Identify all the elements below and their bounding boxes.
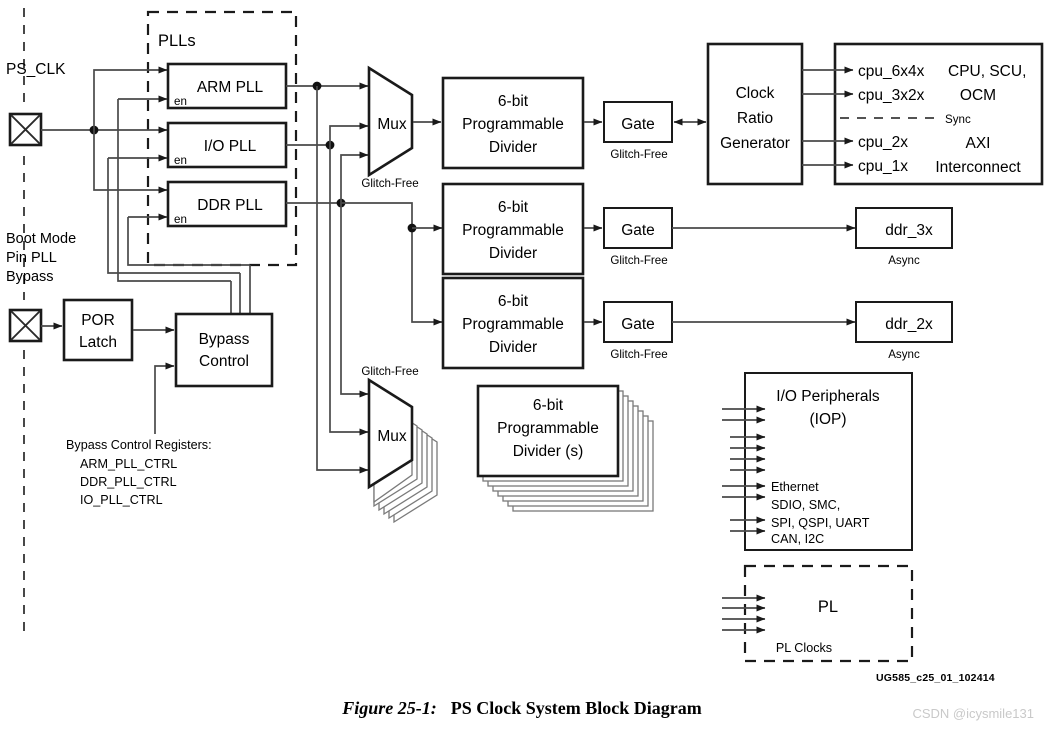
pll-en-arrows (108, 95, 168, 221)
gate-ddr2x-glitch-free: Glitch-Free (610, 348, 667, 361)
boot-mode-line-3: Bypass (6, 269, 54, 285)
figure-number: Figure 25-1: (342, 698, 437, 718)
cpu-domain-top-0: CPU, SCU, (948, 63, 1026, 80)
arm-pll-en-label: en (174, 95, 187, 108)
pll-output-wires (286, 81, 443, 474)
bypass-control-line-1: Bypass (199, 331, 250, 348)
ps-clk-label: PS_CLK (6, 61, 66, 78)
divider-ddr2x-line-1: 6-bit (498, 293, 529, 310)
divider-iop-line-1: 6-bit (533, 397, 564, 414)
boot-mode-line-2: Pin PLL (6, 250, 57, 266)
ddr-pll-label: DDR PLL (197, 197, 263, 214)
divider-ddr2x-line-2: Programmable (462, 316, 564, 333)
figure-title: PS Clock System Block Diagram (450, 698, 702, 718)
doc-code: UG585_c25_01_102414 (876, 672, 995, 684)
figure-canvas: PS_CLK Boot Mode Pin PLL Bypass PLLs ARM… (0, 0, 1044, 732)
cpu-domain-bottom-1: Interconnect (935, 159, 1021, 176)
bypass-control-line-2: Control (199, 353, 249, 370)
mux-cpu-glitch-free: Glitch-Free (361, 177, 418, 190)
iop-peripheral-1: SDIO, SMC, (771, 498, 840, 512)
divider-cpu-line-2: Programmable (462, 116, 564, 133)
pl-input-arrows (722, 594, 766, 634)
divider-ddr3x-line-1: 6-bit (498, 199, 529, 216)
iop-peripheral-3: CAN, I2C (771, 532, 824, 546)
mux-iop-glitch-free: Glitch-Free (361, 365, 418, 378)
gate-ddr3x-label: Gate (621, 222, 655, 239)
iop-peripheral-0: Ethernet (771, 480, 819, 494)
cpu-clock-2: cpu_2x (858, 134, 908, 151)
mux-cpu-label: Mux (377, 116, 407, 133)
watermark: CSDN @icysmile131 (912, 706, 1034, 721)
bypass-register-1: DDR_PLL_CTRL (80, 475, 177, 489)
por-latch-line-2: Latch (79, 334, 117, 351)
sync-label: Sync (945, 113, 971, 126)
iop-peripheral-2: SPI, QSPI, UART (771, 516, 870, 530)
cpu-clock-3: cpu_1x (858, 158, 908, 175)
divider-iop-line-3: Divider (s) (513, 443, 584, 460)
por-latch-block (41, 298, 134, 362)
divider-ddr3x-line-3: Divider (489, 245, 537, 262)
ddr-3x-label: ddr_3x (885, 222, 933, 239)
bypass-register-0: ARM_PLL_CTRL (80, 457, 177, 471)
io-pll-en-label: en (174, 154, 187, 167)
ps-clock-block-diagram: PS_CLK Boot Mode Pin PLL Bypass PLLs ARM… (6, 8, 1044, 663)
arm-pll-label: ARM PLL (197, 79, 264, 96)
ddr-pll-en-label: en (174, 213, 187, 226)
ddr-2x-async: Async (888, 348, 920, 361)
clock-ratio-line-3: Generator (720, 135, 790, 152)
divider-cpu-line-3: Divider (489, 139, 537, 156)
cpu-domain-bottom-0: AXI (966, 135, 991, 152)
cpu-clock-1: cpu_3x2x (858, 87, 925, 104)
mux-iop-stack (367, 377, 438, 524)
clock-ratio-line-2: Ratio (737, 110, 773, 127)
figure-caption: Figure 25-1: PS Clock System Block Diagra… (0, 698, 1044, 719)
plls-group-label: PLLs (158, 32, 196, 50)
io-pll-label: I/O PLL (204, 138, 257, 155)
gate-ddr2x-label: Gate (621, 316, 655, 333)
gate-ddr3x-glitch-free: Glitch-Free (610, 254, 667, 267)
ddr-2x-label: ddr_2x (885, 316, 933, 333)
bypass-registers-title: Bypass Control Registers: (66, 438, 212, 452)
gate-cpu-glitch-free: Glitch-Free (610, 148, 667, 161)
cpu-domain-top-1: OCM (960, 87, 996, 104)
ddr-3x-async: Async (888, 254, 920, 267)
gate-cpu-label: Gate (621, 116, 655, 133)
clock-ratio-line-1: Clock (736, 85, 775, 102)
pl-clocks-label: PL Clocks (776, 641, 832, 655)
iop-title-line-2: (IOP) (809, 411, 846, 428)
pl-title: PL (818, 598, 838, 616)
iop-title-line-1: I/O Peripherals (776, 388, 880, 405)
cpu-clock-0: cpu_6x4x (858, 63, 925, 80)
divider-iop-line-2: Programmable (497, 420, 599, 437)
mux-iop-label: Mux (377, 428, 407, 445)
boot-mode-line-1: Boot Mode (6, 231, 76, 247)
ps-clk-pad (8, 112, 43, 147)
divider-ddr2x-line-3: Divider (489, 339, 537, 356)
divider-cpu-line-1: 6-bit (498, 93, 529, 110)
bypass-register-2: IO_PLL_CTRL (80, 493, 163, 507)
boot-mode-pad (8, 308, 43, 343)
divider-ddr3x-line-2: Programmable (462, 222, 564, 239)
por-latch-line-1: POR (81, 312, 115, 329)
